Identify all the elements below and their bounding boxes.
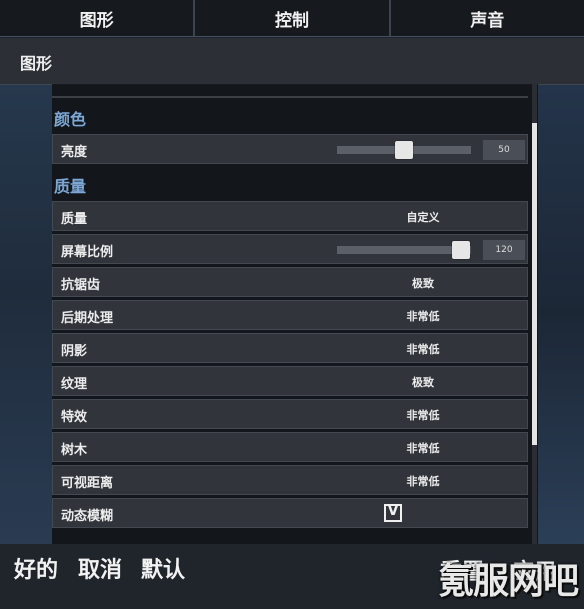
cancel-button[interactable]: 取消	[78, 552, 122, 584]
setting-row-post-processing[interactable]: 后期处理 非常低	[52, 300, 528, 330]
bottom-bar: 好的 取消 默认 重置 应用	[0, 544, 584, 609]
default-button[interactable]: 默认	[141, 552, 185, 584]
slider-handle[interactable]	[452, 241, 470, 259]
setting-value[interactable]: 非常低	[333, 440, 513, 456]
setting-row-textures[interactable]: 纹理 极致	[52, 366, 528, 396]
slider-value: 50	[483, 140, 525, 160]
screen-ratio-slider[interactable]	[337, 241, 471, 259]
tab-bar: 图形 控制 声音	[0, 0, 584, 37]
apply-button[interactable]: 应用	[512, 554, 556, 586]
setting-label: 屏幕比例	[61, 245, 114, 260]
setting-row-antialiasing[interactable]: 抗锯齿 极致	[52, 267, 528, 297]
setting-label: 可视距离	[61, 476, 114, 491]
setting-value[interactable]: 非常低	[333, 407, 513, 423]
slider-value: 120	[483, 240, 525, 260]
setting-label: 纹理	[61, 377, 88, 392]
setting-label: 亮度	[61, 145, 88, 160]
setting-row-screen-ratio: 屏幕比例 120	[52, 234, 528, 264]
motion-blur-checkbox[interactable]: V	[384, 503, 402, 522]
tab-controls[interactable]: 控制	[195, 0, 391, 36]
setting-label: 质量	[61, 212, 88, 227]
settings-panel: 颜色 亮度 50 质量 质量 自定义 屏幕比例 120 抗锯齿 极致 后期处理 …	[52, 84, 538, 544]
setting-row-brightness: 亮度 50	[52, 134, 528, 164]
setting-value[interactable]: 非常低	[333, 308, 513, 324]
page-header: 图形	[0, 38, 584, 85]
divider	[52, 96, 528, 98]
reset-button[interactable]: 重置	[440, 554, 484, 586]
tab-graphics[interactable]: 图形	[0, 0, 196, 36]
setting-row-trees[interactable]: 树木 非常低	[52, 432, 528, 462]
section-title-color: 颜色	[54, 110, 87, 129]
setting-row-shadows[interactable]: 阴影 非常低	[52, 333, 528, 363]
setting-value[interactable]: 极致	[333, 374, 513, 390]
setting-row-quality[interactable]: 质量 自定义	[52, 201, 528, 231]
setting-row-view-distance[interactable]: 可视距离 非常低	[52, 465, 528, 495]
section-title-quality: 质量	[54, 177, 87, 196]
setting-label: 后期处理	[61, 311, 114, 326]
setting-value[interactable]: 非常低	[333, 341, 513, 357]
page-title: 图形	[20, 54, 53, 73]
tab-sound[interactable]: 声音	[391, 0, 584, 36]
brightness-slider[interactable]	[337, 141, 471, 159]
slider-handle[interactable]	[395, 141, 413, 159]
scrollbar[interactable]	[532, 84, 537, 544]
setting-row-motion-blur: 动态模糊 V	[52, 498, 528, 528]
scrollbar-thumb[interactable]	[532, 123, 537, 445]
ok-button[interactable]: 好的	[14, 552, 58, 584]
setting-row-effects[interactable]: 特效 非常低	[52, 399, 528, 429]
setting-value[interactable]: 非常低	[333, 473, 513, 489]
setting-label: 阴影	[61, 344, 88, 359]
setting-value[interactable]: 极致	[333, 275, 513, 291]
background-right	[538, 84, 584, 544]
background-left	[0, 84, 52, 544]
setting-label: 动态模糊	[61, 509, 114, 524]
setting-label: 抗锯齿	[61, 278, 101, 293]
setting-label: 树木	[61, 443, 88, 458]
check-icon: V	[387, 503, 399, 519]
setting-value[interactable]: 自定义	[333, 209, 513, 225]
setting-label: 特效	[61, 410, 88, 425]
